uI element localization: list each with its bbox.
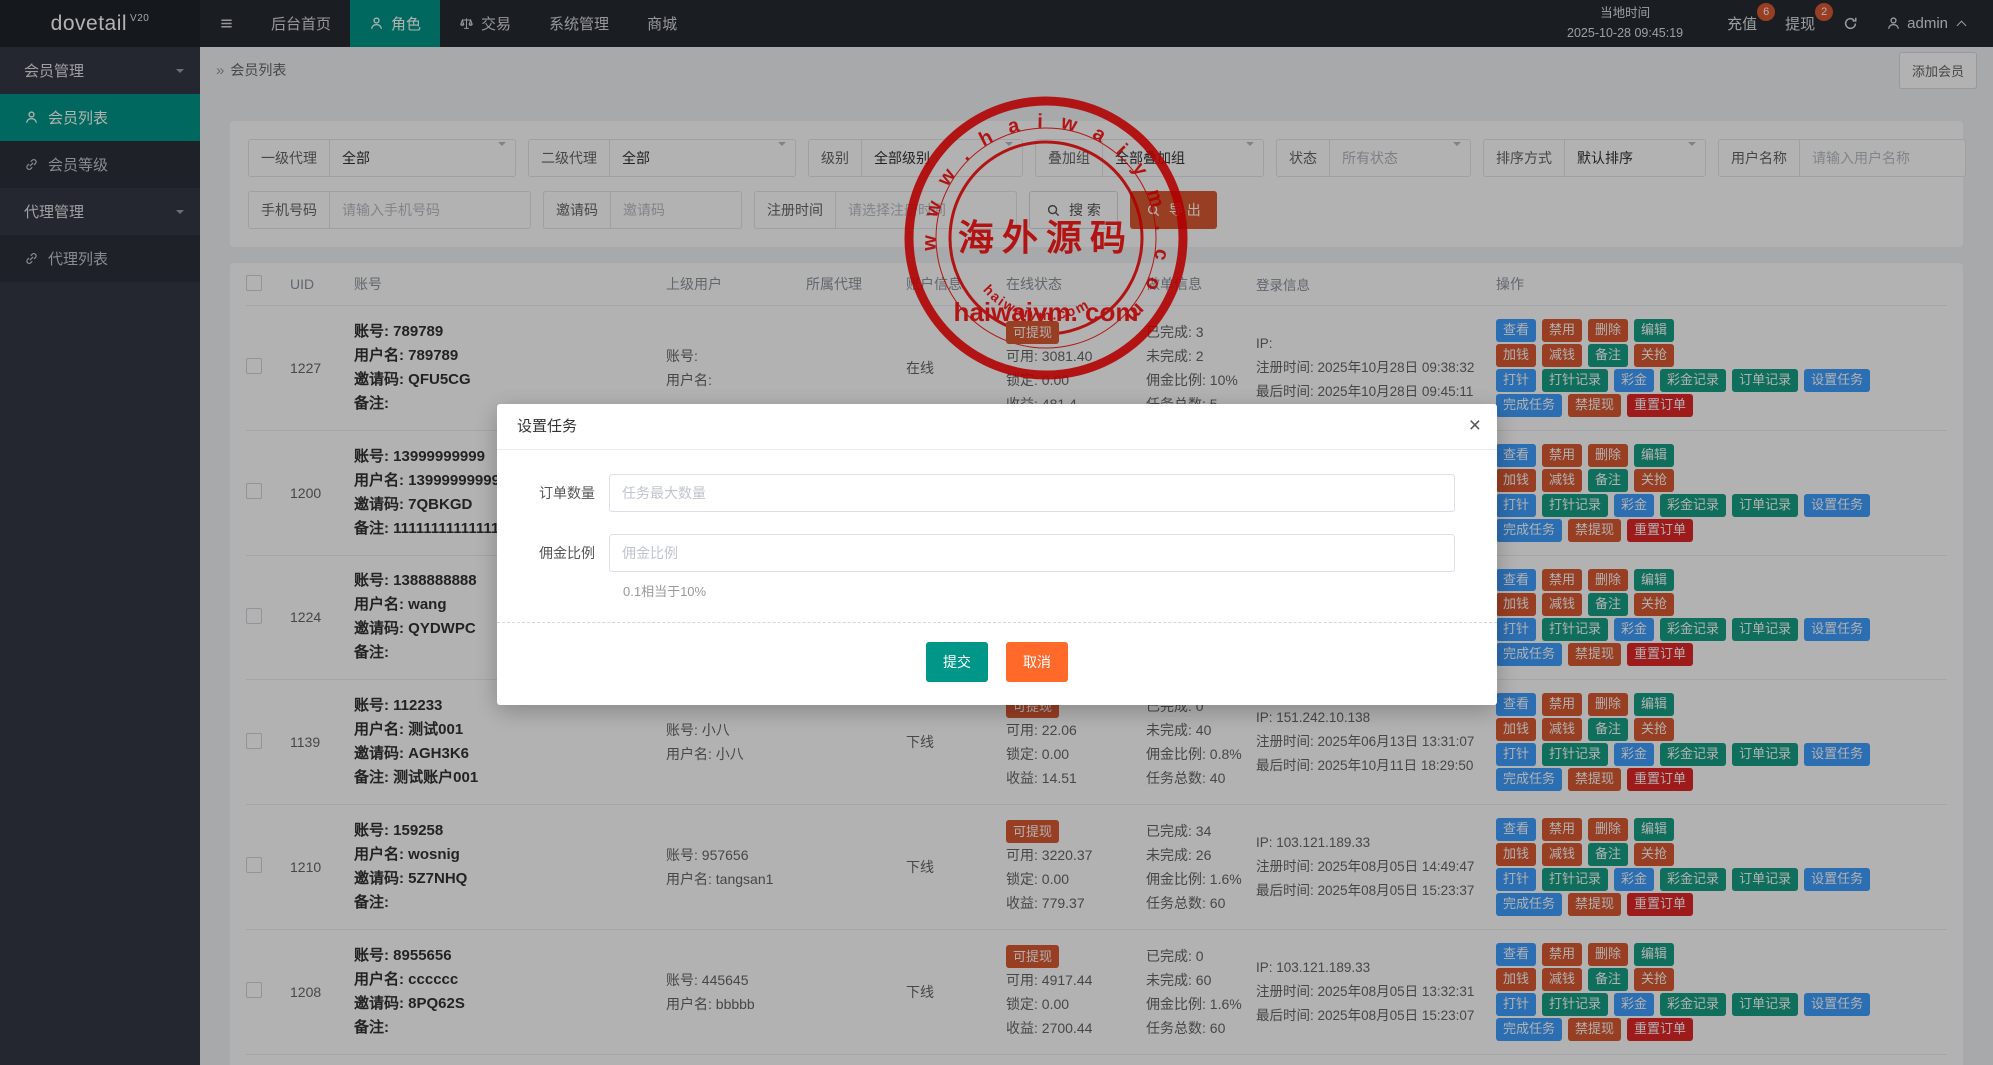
modal-title: 设置任务 (517, 418, 578, 435)
modal-body: 订单数量 佣金比例 0.1相当于10% (497, 450, 1497, 600)
commission-ratio-label: 佣金比例 (539, 545, 595, 561)
modal-header: 设置任务 × (497, 404, 1497, 450)
submit-button[interactable]: 提交 (926, 642, 988, 682)
commission-ratio-input[interactable] (609, 534, 1455, 572)
close-icon[interactable]: × (1469, 404, 1481, 448)
set-task-modal: 设置任务 × 订单数量 佣金比例 0.1相当于10% 提交 取消 (497, 404, 1497, 705)
order-count-label: 订单数量 (539, 485, 595, 501)
commission-hint: 0.1相当于10% (623, 584, 707, 599)
cancel-button[interactable]: 取消 (1006, 642, 1068, 682)
modal-footer: 提交 取消 (497, 623, 1497, 705)
order-count-input[interactable] (609, 474, 1455, 512)
